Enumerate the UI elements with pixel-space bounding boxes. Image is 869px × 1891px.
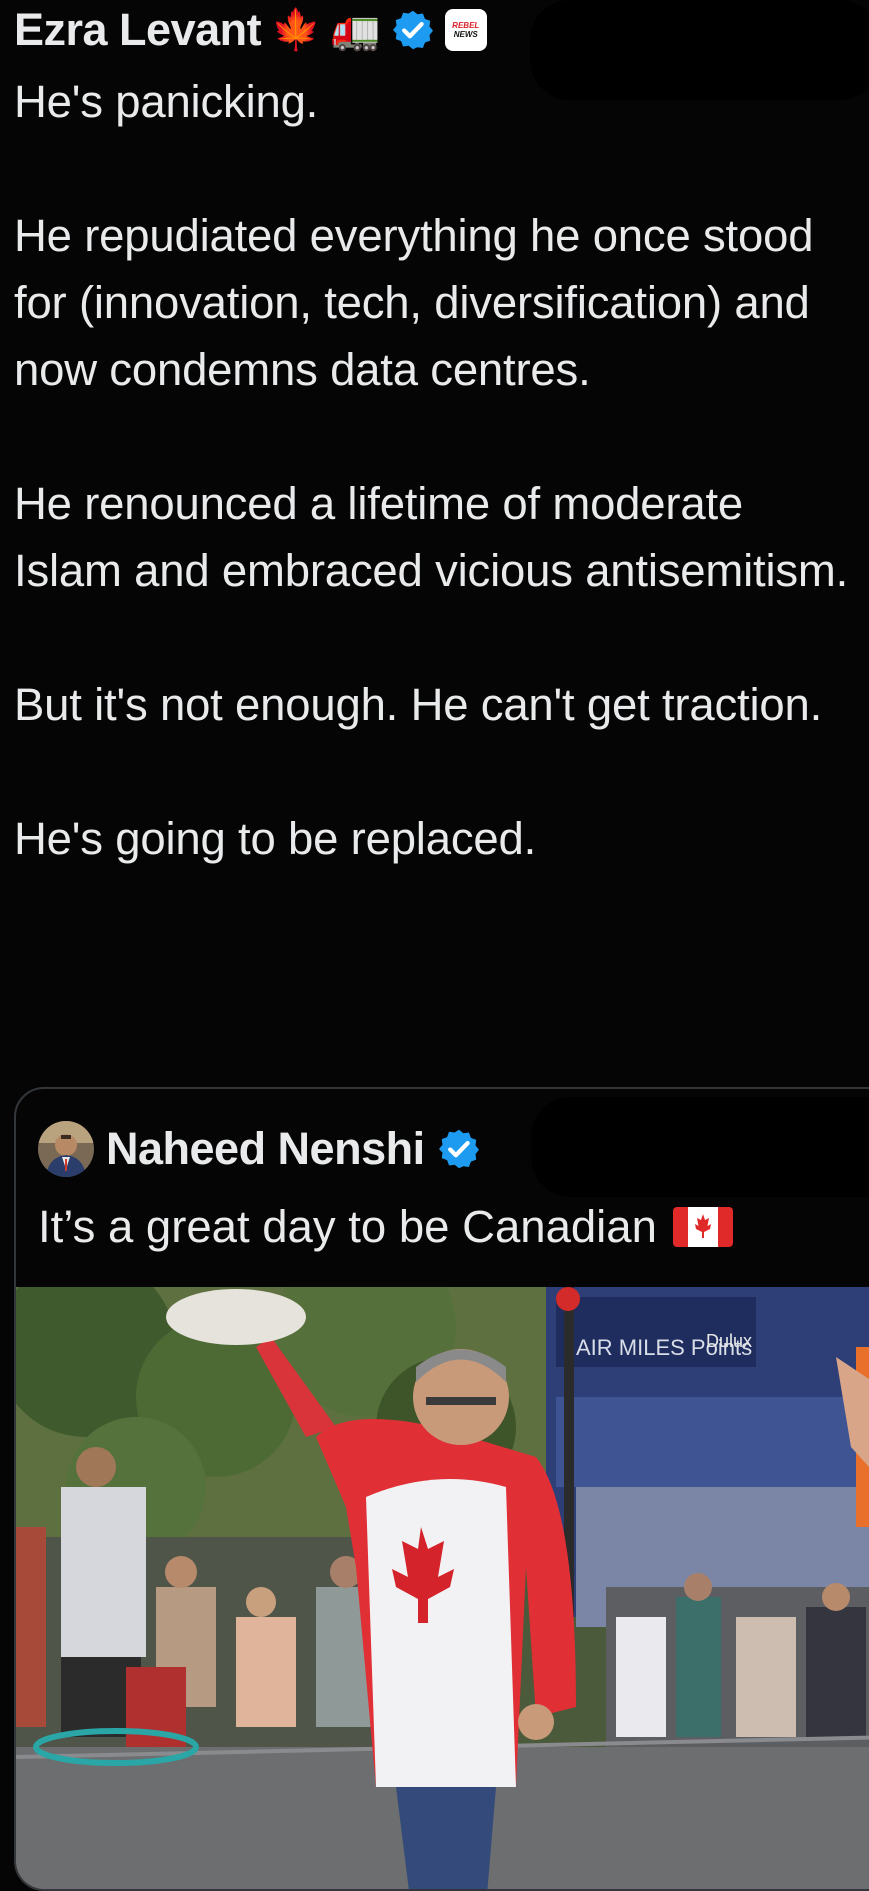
canada-flag-icon bbox=[672, 1205, 733, 1249]
tweet-paragraph: He renounced a lifetime of moderate Isla… bbox=[14, 478, 849, 596]
tweet-paragraph: He's going to be replaced. bbox=[14, 813, 537, 864]
quoted-tweet-text: It’s a great day to be Canadian bbox=[38, 1201, 733, 1253]
rebel-news-affiliate-badge[interactable]: REBEL NEWS bbox=[444, 9, 487, 51]
truck-emoji: 🚛 bbox=[330, 8, 381, 52]
quoted-tweet-card[interactable]: Naheed Nenshi It’s a great day to be Can… bbox=[14, 1087, 869, 1891]
verified-badge-icon[interactable] bbox=[437, 1127, 481, 1171]
tweet-paragraph: But it's not enough. He can't get tracti… bbox=[14, 679, 823, 730]
affiliate-line2: NEWS bbox=[453, 30, 478, 39]
tweet-text: He's panicking. He repudiated everything… bbox=[14, 68, 854, 939]
quoted-tweet-header: Naheed Nenshi bbox=[38, 1121, 481, 1177]
quoted-author-name[interactable]: Naheed Nenshi bbox=[106, 1123, 425, 1175]
tweet-header: Ezra Levant 🍁 🚛 REBEL NEWS bbox=[14, 2, 487, 58]
maple-leaf-emoji: 🍁 bbox=[271, 8, 321, 52]
tweet-paragraph: He's panicking. bbox=[14, 76, 319, 127]
affiliate-line1: REBEL bbox=[452, 21, 480, 30]
store-brand: Dulux bbox=[706, 1331, 752, 1351]
quoted-media-image[interactable]: AIR MILES Points Dulux bbox=[16, 1287, 869, 1889]
tweet-paragraph: He repudiated everything he once stood f… bbox=[14, 210, 814, 395]
redaction-overlay bbox=[531, 1097, 869, 1197]
quoted-text: It’s a great day to be Canadian bbox=[38, 1201, 657, 1252]
avatar[interactable] bbox=[38, 1121, 94, 1177]
verified-badge-icon[interactable] bbox=[391, 8, 435, 52]
author-name[interactable]: Ezra Levant bbox=[14, 4, 262, 56]
